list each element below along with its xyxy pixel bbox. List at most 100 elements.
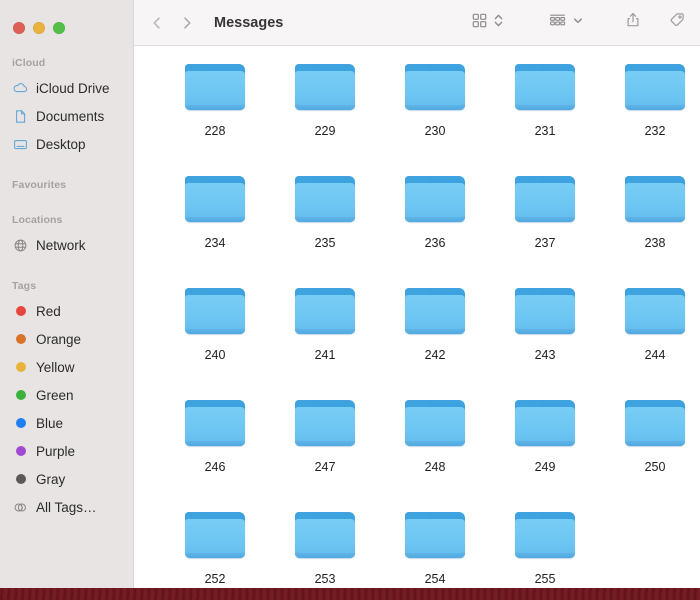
sidebar-item-tag-yellow[interactable]: Yellow	[0, 353, 133, 381]
file-item[interactable]: 241	[270, 282, 380, 394]
grid-view-icon[interactable]	[471, 12, 488, 34]
folder-icon	[514, 62, 576, 114]
file-label: 238	[644, 236, 666, 250]
sidebar-item-label: Green	[36, 387, 74, 403]
tag-dot-icon	[12, 443, 29, 460]
file-item[interactable]: 247	[270, 394, 380, 506]
file-item[interactable]: 237	[490, 170, 600, 282]
back-button[interactable]	[142, 8, 172, 38]
sidebar-item-label: Blue	[36, 415, 64, 431]
maximize-button[interactable]	[53, 21, 65, 34]
sidebar-item-tag-green[interactable]: Green	[0, 381, 133, 409]
chevron-down-icon[interactable]	[572, 12, 584, 34]
file-grid-row: 252 253 254 255	[134, 506, 700, 588]
folder-icon	[294, 62, 356, 114]
sidebar-item-tag-blue[interactable]: Blue	[0, 409, 133, 437]
close-button[interactable]	[13, 21, 25, 34]
file-label: 248	[424, 460, 446, 474]
sidebar-item-label: Network	[36, 237, 86, 253]
minimize-button[interactable]	[33, 21, 45, 34]
folder-icon	[624, 62, 686, 114]
file-item[interactable]: 250	[600, 394, 700, 506]
file-item[interactable]: 244	[600, 282, 700, 394]
sidebar-item-desktop[interactable]: Desktop	[0, 130, 133, 158]
all-tags-icon	[12, 499, 29, 516]
globe-icon	[12, 237, 29, 254]
file-item[interactable]: 235	[270, 170, 380, 282]
sidebar-section-locations: Locations	[12, 214, 63, 226]
file-item[interactable]: 242	[380, 282, 490, 394]
file-grid-row: 240 241 242 243 244	[134, 282, 700, 394]
sidebar-item-network[interactable]: Network	[0, 231, 133, 259]
folder-icon	[184, 62, 246, 114]
sidebar-item-tag-red[interactable]: Red	[0, 297, 133, 325]
folder-icon	[404, 510, 466, 562]
file-item[interactable]: 230	[380, 58, 490, 170]
file-label: 249	[534, 460, 556, 474]
file-item[interactable]: 254	[380, 506, 490, 588]
file-label: 235	[314, 236, 336, 250]
file-item[interactable]: 255	[490, 506, 600, 588]
file-item[interactable]: 236	[380, 170, 490, 282]
file-item[interactable]: 228	[160, 58, 270, 170]
folder-icon	[624, 286, 686, 338]
sidebar-item-tag-gray[interactable]: Gray	[0, 465, 133, 493]
file-item[interactable]: 234	[160, 170, 270, 282]
folder-icon	[294, 286, 356, 338]
sidebar-item-label: iCloud Drive	[36, 80, 110, 96]
folder-icon	[404, 174, 466, 226]
window-controls	[0, 6, 133, 40]
sidebar-item-icloud-drive[interactable]: iCloud Drive	[0, 74, 133, 102]
folder-icon	[184, 174, 246, 226]
file-grid[interactable]: 228 229 230 231 232 234 235 236 237 238 …	[134, 46, 700, 588]
folder-icon	[294, 398, 356, 450]
tag-dot-icon	[12, 359, 29, 376]
file-label: 241	[314, 348, 336, 362]
file-item[interactable]: 232	[600, 58, 700, 170]
sidebar-section-favourites: Favourites	[12, 179, 67, 191]
file-label: 242	[424, 348, 446, 362]
sidebar-item-label: Documents	[36, 108, 105, 124]
sidebar-item-label: Yellow	[36, 359, 75, 375]
sidebar-item-label: All Tags…	[36, 499, 97, 515]
forward-button[interactable]	[172, 8, 202, 38]
sidebar-item-tag-orange[interactable]: Orange	[0, 325, 133, 353]
file-item[interactable]: 240	[160, 282, 270, 394]
sidebar-item-tag-purple[interactable]: Purple	[0, 437, 133, 465]
tag-dot-icon	[12, 471, 29, 488]
group-by-icon[interactable]	[548, 12, 567, 34]
sidebar-item-documents[interactable]: Documents	[0, 102, 133, 130]
file-grid-row: 234 235 236 237 238	[134, 170, 700, 282]
view-mode-control[interactable]	[471, 12, 504, 34]
window-title: Messages	[214, 14, 284, 31]
file-label: 250	[644, 460, 666, 474]
file-label: 230	[424, 124, 446, 138]
file-item[interactable]: 248	[380, 394, 490, 506]
share-button[interactable]	[624, 11, 642, 34]
desktop-icon	[12, 136, 29, 153]
chevron-up-down-icon[interactable]	[493, 12, 504, 34]
folder-icon	[514, 510, 576, 562]
sidebar-item-all-tags[interactable]: All Tags…	[0, 493, 133, 521]
folder-icon	[294, 174, 356, 226]
tag-dot-icon	[12, 303, 29, 320]
file-grid-row: 228 229 230 231 232	[134, 58, 700, 170]
sidebar-section-tags: Tags	[12, 280, 37, 292]
file-item[interactable]: 238	[600, 170, 700, 282]
file-label: 234	[204, 236, 226, 250]
file-item[interactable]: 231	[490, 58, 600, 170]
file-label: 244	[644, 348, 666, 362]
file-item[interactable]: 243	[490, 282, 600, 394]
group-by-control[interactable]	[548, 12, 584, 34]
file-item[interactable]: 246	[160, 394, 270, 506]
file-item[interactable]: 252	[160, 506, 270, 588]
file-label: 240	[204, 348, 226, 362]
file-label: 253	[314, 572, 336, 586]
file-item[interactable]: 253	[270, 506, 380, 588]
cloud-icon	[12, 80, 29, 97]
tag-button[interactable]	[668, 11, 686, 34]
file-item[interactable]: 249	[490, 394, 600, 506]
folder-icon	[294, 510, 356, 562]
folder-icon	[404, 62, 466, 114]
file-item[interactable]: 229	[270, 58, 380, 170]
